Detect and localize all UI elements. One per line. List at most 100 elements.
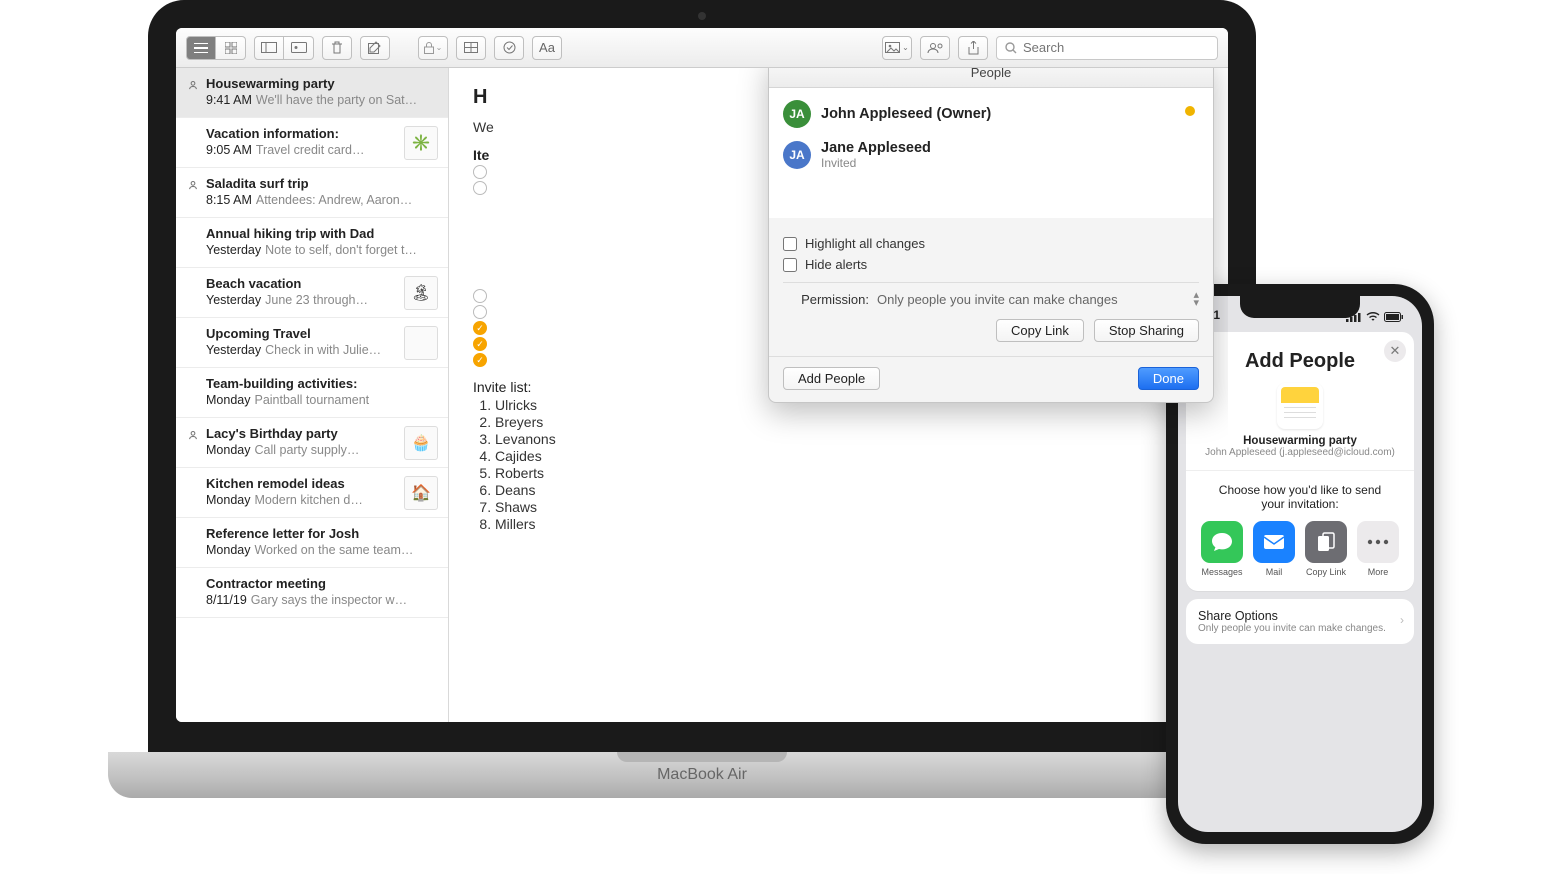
note-meta: MondayPaintball tournament <box>206 393 432 407</box>
note-meta: MondayCall party supply… <box>206 443 432 457</box>
invite-item: Shaws <box>495 499 1204 515</box>
toolbar: ⌄ Aa ⌄ <box>176 28 1228 68</box>
table-icon <box>464 42 478 53</box>
note-meta: YesterdayCheck in with Julie… <box>206 343 432 357</box>
copy-link-button[interactable]: Copy Link <box>996 319 1084 342</box>
note-list-item[interactable]: Annual hiking trip with DadYesterdayNote… <box>176 218 448 268</box>
format-button[interactable]: Aa <box>532 36 562 60</box>
note-meta: YesterdayJune 23 through… <box>206 293 432 307</box>
status-bar: 9:41 <box>1178 296 1422 324</box>
delete-button[interactable] <box>322 36 352 60</box>
note-meta: 9:41 AMWe'll have the party on Sat… <box>206 93 432 107</box>
note-meta: 8:15 AMAttendees: Andrew, Aaron… <box>206 193 432 207</box>
invite-method-copy-link[interactable]: Copy Link <box>1305 521 1347 577</box>
note-list-item[interactable]: Kitchen remodel ideas MondayModern kitche… <box>176 468 448 518</box>
note-title: Housewarming party <box>206 76 406 91</box>
invite-method-mail[interactable]: Mail <box>1253 521 1295 577</box>
note-title: Beach vacation <box>206 276 406 291</box>
sidebar-toggle-button[interactable] <box>254 36 284 60</box>
notes-list[interactable]: Housewarming party 9:41 AMWe'll have the … <box>176 68 449 722</box>
share-sheet: ✕ Add People Housewarming party John App… <box>1186 332 1414 591</box>
note-thumbnail: 🏠 <box>404 476 438 510</box>
iphone-screen: 9:41 ✕ Add People Housewarming party Joh… <box>1178 296 1422 832</box>
collaborate-button[interactable] <box>920 36 950 60</box>
person-row[interactable]: JA John Appleseed (Owner) <box>781 94 1201 134</box>
laptop-label: MacBook Air <box>657 766 747 784</box>
grid-view-button[interactable] <box>216 36 246 60</box>
more-icon <box>1357 521 1399 563</box>
lock-button[interactable]: ⌄ <box>418 36 448 60</box>
invite-item: Cajides <box>495 448 1204 464</box>
trash-icon <box>331 41 343 55</box>
copy-icon <box>1305 521 1347 563</box>
battery-icon <box>1384 312 1404 322</box>
note-thumbnail <box>404 326 438 360</box>
macbook-frame: ⌄ Aa ⌄ Housewarming party 9:41 AMWe'll ha… <box>108 0 1296 826</box>
note-list-item[interactable]: Lacy's Birthday partyMondayCall party su… <box>176 418 448 468</box>
search-input[interactable] <box>1023 40 1209 55</box>
note-list-item[interactable]: Housewarming party 9:41 AMWe'll have the … <box>176 68 448 118</box>
compose-icon <box>368 41 382 54</box>
list-view-button[interactable] <box>186 36 216 60</box>
invite-method-more[interactable]: More <box>1357 521 1399 577</box>
stop-sharing-button[interactable]: Stop Sharing <box>1094 319 1199 342</box>
chevron-right-icon: › <box>1400 613 1404 627</box>
note-list-item[interactable]: Team-building activities:MondayPaintball… <box>176 368 448 418</box>
note-list-item[interactable]: Contractor meeting8/11/19Gary says the i… <box>176 568 448 618</box>
permission-row[interactable]: Permission: Only people you invite can m… <box>783 282 1199 307</box>
invite-method-messages[interactable]: Messages <box>1201 521 1243 577</box>
popover-options: Highlight all changes Hide alerts Permis… <box>769 218 1213 356</box>
shared-note-title: Housewarming party <box>1196 435 1404 447</box>
note-thumbnail: ✳️ <box>404 126 438 160</box>
note-thumbnail: 🏝 <box>404 276 438 310</box>
share-sheet-body: Choose how you'd like to send your invit… <box>1186 470 1414 591</box>
note-meta: MondayWorked on the same team… <box>206 543 432 557</box>
stepper-icon: ▴▾ <box>1193 291 1199 307</box>
avatar: JA <box>783 100 811 128</box>
note-title: Kitchen remodel ideas <box>206 476 406 491</box>
chat-icon <box>1201 521 1243 563</box>
invite-list: UlricksBreyersLevanonsCajidesRobertsDean… <box>495 397 1204 532</box>
share-options-row[interactable]: Share Options Only people you invite can… <box>1186 599 1414 644</box>
popover-title: People <box>769 68 1213 88</box>
avatar: JA <box>783 141 811 169</box>
search-field[interactable] <box>996 36 1218 60</box>
invite-item: Roberts <box>495 465 1204 481</box>
table-button[interactable] <box>456 36 486 60</box>
person-name: John Appleseed (Owner) <box>821 106 991 122</box>
add-people-icon <box>927 42 943 54</box>
view-mode-group <box>186 36 246 60</box>
close-button[interactable]: ✕ <box>1384 340 1406 362</box>
person-row[interactable]: JA Jane AppleseedInvited <box>781 134 1201 176</box>
note-list-item[interactable]: Vacation information:9:05 AMTravel credi… <box>176 118 448 168</box>
note-editor[interactable]: H We Ite ✓ ✓ ✓ Invite list: UlricksBreye… <box>449 68 1228 722</box>
invite-item: Breyers <box>495 414 1204 430</box>
note-list-item[interactable]: Reference letter for JoshMondayWorked on… <box>176 518 448 568</box>
note-list-item[interactable]: Beach vacation YesterdayJune 23 through…🏝 <box>176 268 448 318</box>
people-popover: People JA John Appleseed (Owner) JA Jane Ap… <box>768 68 1214 403</box>
laptop-base: MacBook Air <box>108 752 1296 798</box>
share-icon <box>968 41 979 55</box>
share-button[interactable] <box>958 36 988 60</box>
note-list-item[interactable]: Upcoming TravelYesterdayCheck in with Ju… <box>176 318 448 368</box>
add-people-button[interactable]: Add People <box>783 367 880 390</box>
new-note-button[interactable] <box>360 36 390 60</box>
note-meta: MondayModern kitchen d… <box>206 493 432 507</box>
person-status: Invited <box>821 156 931 170</box>
checklist-button[interactable] <box>494 36 524 60</box>
highlight-changes-checkbox[interactable]: Highlight all changes <box>783 236 1199 251</box>
invite-item: Levanons <box>495 431 1204 447</box>
done-button[interactable]: Done <box>1138 367 1199 390</box>
share-options-subtitle: Only people you invite can make changes. <box>1198 623 1402 634</box>
media-button[interactable]: ⌄ <box>882 36 912 60</box>
hide-alerts-checkbox[interactable]: Hide alerts <box>783 257 1199 272</box>
people-list: JA John Appleseed (Owner) JA Jane Appleseed… <box>769 88 1213 218</box>
lock-icon <box>424 42 434 54</box>
laptop-bezel: ⌄ Aa ⌄ Housewarming party 9:41 AMWe'll ha… <box>148 0 1256 752</box>
invite-item: Millers <box>495 516 1204 532</box>
note-list-item[interactable]: Saladita surf trip8:15 AMAttendees: Andr… <box>176 168 448 218</box>
person-name: Jane Appleseed <box>821 140 931 156</box>
shared-icon <box>188 80 198 90</box>
notes-app-icon <box>1277 383 1323 429</box>
attachments-button[interactable] <box>284 36 314 60</box>
